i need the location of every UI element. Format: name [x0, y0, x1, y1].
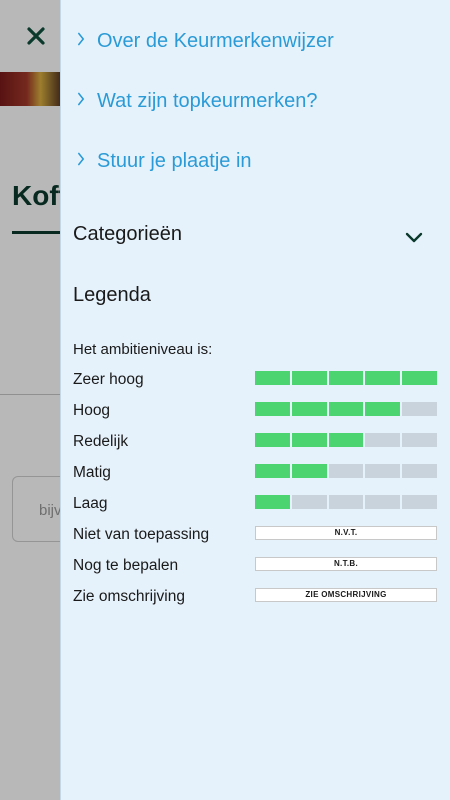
link-over-de-keurmerkenwijzer[interactable]: Over de Keurmerkenwijzer	[75, 30, 334, 53]
legend-level-row: Zeer hoog	[73, 371, 439, 391]
tag-row-label: Zie omschrijving	[73, 588, 185, 605]
bar-segment-filled	[255, 402, 290, 416]
categories-toggle[interactable]: Categorieën	[73, 223, 182, 246]
chevron-right-icon	[77, 151, 91, 172]
bar-segment-filled	[291, 371, 327, 385]
legend-tag-badge: N.T.B.	[255, 557, 437, 571]
legend-level-row: Redelijk	[73, 433, 439, 453]
bar-segment-empty	[402, 402, 437, 416]
bar-segment-filled	[328, 402, 364, 416]
link-stuur-je-plaatje-in[interactable]: Stuur je plaatje in	[75, 150, 252, 173]
bar-segment-filled	[291, 402, 327, 416]
legend-level-row: Hoog	[73, 402, 439, 422]
tag-row-label: Niet van toepassing	[73, 526, 210, 543]
ambition-bar	[255, 371, 437, 385]
chevron-right-icon	[77, 31, 91, 52]
legend-tag-row: Zie omschrijving ZIE OMSCHRIJVING	[73, 588, 439, 608]
close-icon	[27, 27, 45, 45]
ambition-bar	[255, 433, 437, 447]
ambition-bar	[255, 495, 437, 509]
level-label: Laag	[73, 495, 108, 512]
bar-segment-filled	[365, 371, 401, 385]
legend-level-row: Matig	[73, 464, 439, 484]
bar-segment-empty	[365, 464, 401, 478]
legend-tag-badge: N.V.T.	[255, 526, 437, 540]
ambition-label: Het ambitieniveau is:	[73, 341, 213, 358]
ambition-bar	[255, 402, 437, 416]
bar-segment-empty	[402, 433, 437, 447]
legend-level-row: Laag	[73, 495, 439, 515]
bar-segment-filled	[255, 433, 290, 447]
ambition-bar	[255, 464, 437, 478]
bar-segment-filled	[255, 371, 290, 385]
bar-segment-filled	[365, 402, 401, 416]
bar-segment-filled	[255, 495, 290, 509]
legend-tag-row: Nog te bepalen N.T.B.	[73, 557, 439, 577]
link-label: Wat zijn topkeurmerken?	[97, 90, 318, 112]
level-label: Matig	[73, 464, 111, 481]
bar-segment-empty	[402, 495, 437, 509]
bar-segment-filled	[402, 371, 437, 385]
tag-row-label: Nog te bepalen	[73, 557, 179, 574]
bar-segment-filled	[255, 464, 290, 478]
bar-segment-empty	[402, 464, 437, 478]
close-button[interactable]	[22, 22, 50, 50]
chevron-right-icon	[77, 91, 91, 112]
legend-tag-row: Niet van toepassing N.V.T.	[73, 526, 439, 546]
legend-tag-badge: ZIE OMSCHRIJVING	[255, 588, 437, 602]
level-label: Hoog	[73, 402, 111, 419]
link-label: Over de Keurmerkenwijzer	[97, 30, 334, 52]
bar-segment-empty	[365, 433, 401, 447]
bar-segment-empty	[365, 495, 401, 509]
bar-segment-filled	[291, 433, 327, 447]
side-drawer: Over de Keurmerkenwijzer Wat zijn topkeu…	[60, 0, 450, 800]
chevron-down-icon[interactable]	[403, 226, 425, 248]
bar-segment-filled	[328, 433, 364, 447]
level-label: Redelijk	[73, 433, 129, 450]
bar-segment-empty	[328, 495, 364, 509]
bar-segment-filled	[291, 464, 327, 478]
legend-heading: Legenda	[73, 284, 151, 306]
level-label: Zeer hoog	[73, 371, 144, 388]
bar-segment-empty	[328, 464, 364, 478]
bar-segment-empty	[291, 495, 327, 509]
bar-segment-filled	[328, 371, 364, 385]
link-wat-zijn-topkeurmerken[interactable]: Wat zijn topkeurmerken?	[75, 90, 317, 113]
link-label: Stuur je plaatje in	[97, 150, 252, 172]
